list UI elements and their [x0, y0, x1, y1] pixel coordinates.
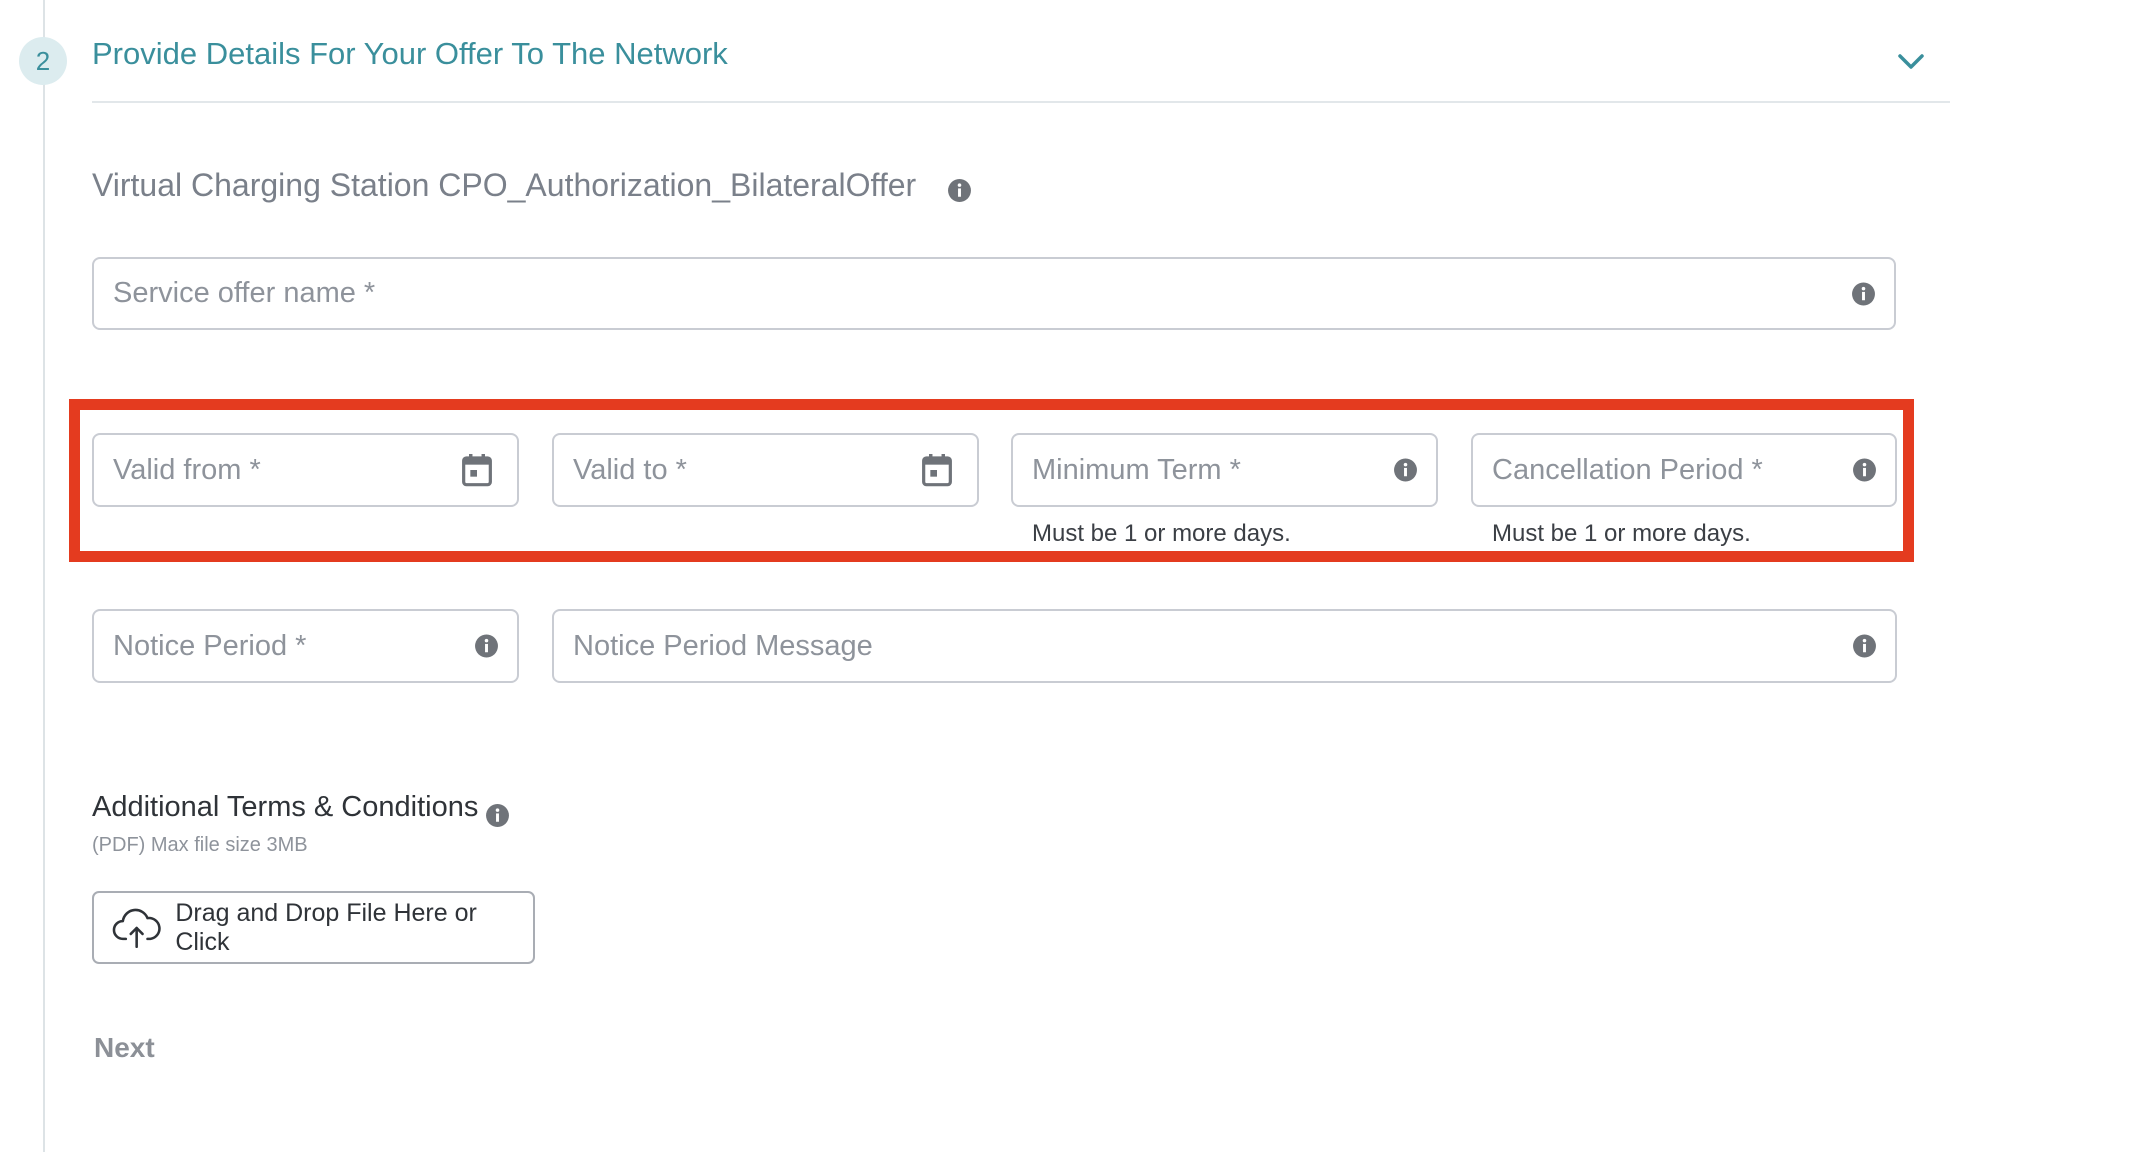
info-icon[interactable]: [1851, 281, 1876, 306]
cancellation-period-field[interactable]: [1471, 433, 1897, 507]
next-button[interactable]: Next: [94, 1032, 155, 1064]
valid-from-input[interactable]: [94, 435, 517, 505]
service-offer-name-input[interactable]: [94, 259, 1894, 328]
info-icon[interactable]: [1393, 458, 1418, 483]
minimum-term-helper: Must be 1 or more days.: [1032, 520, 1291, 547]
section-title[interactable]: Provide Details For Your Offer To The Ne…: [92, 36, 728, 72]
valid-to-field[interactable]: [552, 433, 979, 507]
notice-period-message-field[interactable]: [552, 609, 1897, 683]
terms-title: Additional Terms & Conditions: [92, 791, 479, 823]
calendar-icon[interactable]: [461, 452, 493, 488]
offer-subtitle: Virtual Charging Station CPO_Authorizati…: [92, 167, 917, 203]
upload-dropzone-button[interactable]: Drag and Drop File Here or Click: [92, 891, 535, 964]
calendar-icon[interactable]: [921, 452, 953, 488]
stepper-rail: [43, 0, 45, 1152]
info-icon[interactable]: [485, 803, 510, 828]
info-icon[interactable]: [474, 634, 499, 659]
section-divider: [92, 101, 1950, 103]
step-number-badge: 2: [19, 37, 67, 85]
info-icon[interactable]: [1852, 458, 1877, 483]
valid-to-input[interactable]: [554, 435, 977, 505]
cancellation-period-helper: Must be 1 or more days.: [1492, 520, 1751, 547]
service-offer-name-field[interactable]: [92, 257, 1896, 330]
info-icon[interactable]: [947, 178, 972, 203]
notice-period-message-input[interactable]: [554, 611, 1895, 681]
info-icon[interactable]: [1852, 634, 1877, 659]
cloud-upload-icon: [112, 908, 161, 948]
upload-label: Drag and Drop File Here or Click: [175, 898, 477, 956]
terms-file-hint: (PDF) Max file size 3MB: [92, 834, 308, 856]
minimum-term-field[interactable]: [1011, 433, 1438, 507]
cancellation-period-input[interactable]: [1473, 435, 1895, 505]
notice-period-field[interactable]: [92, 609, 519, 683]
valid-from-field[interactable]: [92, 433, 519, 507]
chevron-down-icon[interactable]: [1896, 50, 1926, 74]
notice-period-input[interactable]: [94, 611, 517, 681]
minimum-term-input[interactable]: [1013, 435, 1436, 505]
